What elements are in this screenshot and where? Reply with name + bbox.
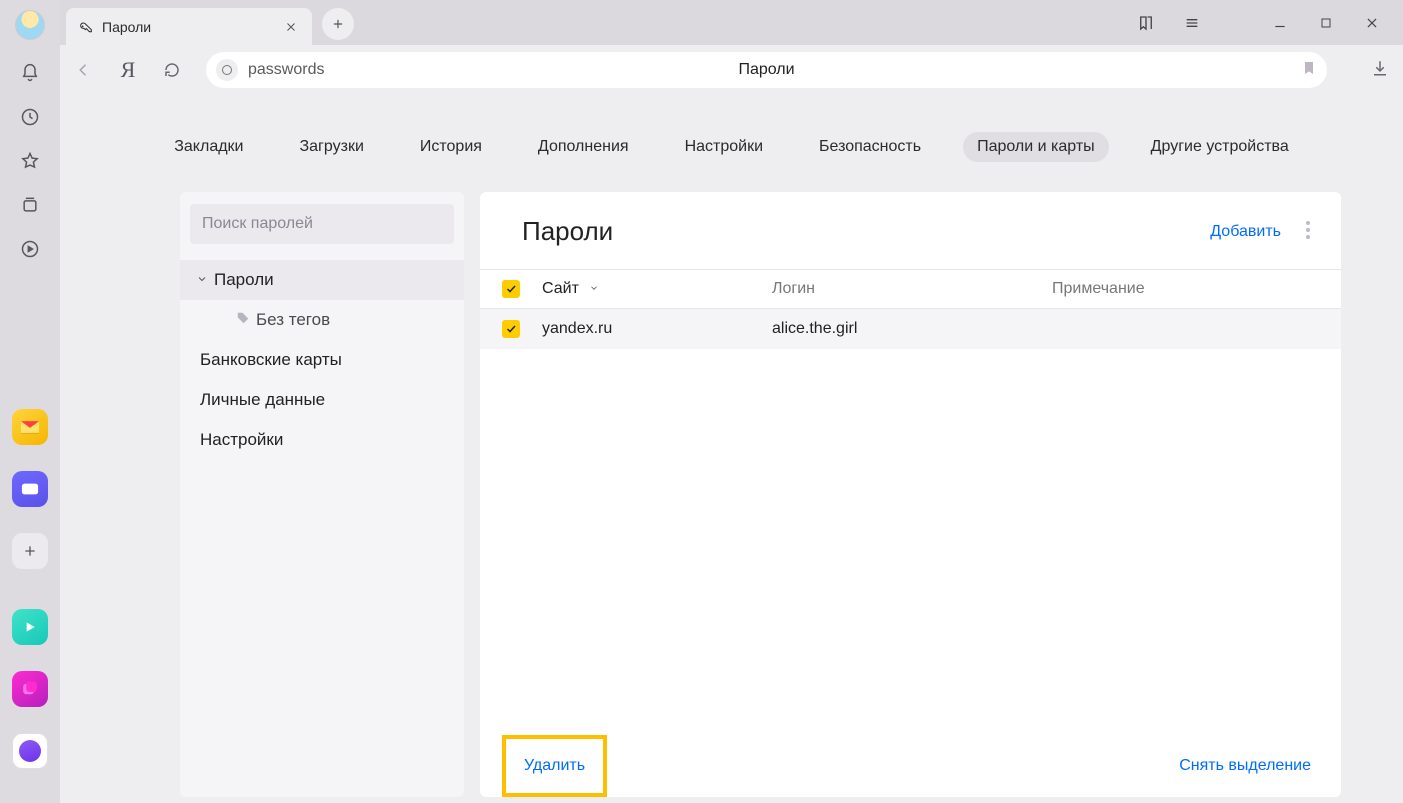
page-label: Пароли bbox=[738, 61, 794, 79]
collections-icon[interactable] bbox=[19, 194, 41, 216]
profile-avatar[interactable] bbox=[15, 10, 45, 40]
cell-site: yandex.ru bbox=[542, 320, 772, 338]
select-all-checkbox[interactable] bbox=[502, 280, 520, 298]
page-body: Закладки Загрузки История Дополнения Нас… bbox=[60, 94, 1403, 803]
address-bar[interactable]: passwords Пароли bbox=[206, 52, 1327, 88]
nav-downloads[interactable]: Загрузки bbox=[285, 132, 377, 162]
nav-passwords[interactable]: Пароли и карты bbox=[963, 132, 1109, 162]
games-app-tile[interactable] bbox=[12, 671, 48, 707]
sidebar-item-label: Без тегов bbox=[256, 310, 330, 330]
window-controls bbox=[1137, 14, 1403, 32]
table-header: Сайт Логин Примечание bbox=[480, 269, 1341, 309]
kinopoisk-app-tile[interactable] bbox=[12, 471, 48, 507]
sort-caret-icon bbox=[589, 282, 599, 296]
history-icon[interactable] bbox=[19, 106, 41, 128]
star-icon[interactable] bbox=[19, 150, 41, 172]
sidebar-item-cards[interactable]: Банковские карты bbox=[190, 340, 454, 380]
col-site[interactable]: Сайт bbox=[542, 280, 772, 298]
back-icon[interactable] bbox=[74, 60, 94, 80]
play-circle-icon[interactable] bbox=[19, 238, 41, 260]
more-icon[interactable] bbox=[1305, 220, 1311, 243]
close-tab-icon[interactable] bbox=[282, 18, 300, 36]
new-tab-button[interactable] bbox=[322, 8, 354, 40]
page-title: Пароли bbox=[522, 216, 613, 247]
site-info-icon[interactable] bbox=[216, 59, 238, 81]
deselect-button[interactable]: Снять выделение bbox=[1179, 757, 1311, 775]
nav-security[interactable]: Безопасность bbox=[805, 132, 935, 162]
sidebar-item-untagged[interactable]: Без тегов bbox=[190, 300, 454, 340]
nav-addons[interactable]: Дополнения bbox=[524, 132, 643, 162]
col-note: Примечание bbox=[1052, 280, 1341, 298]
sidebar-item-label: Пароли bbox=[214, 270, 274, 290]
sidebar-item-personal[interactable]: Личные данные bbox=[190, 380, 454, 420]
tab-title: Пароли bbox=[102, 19, 274, 35]
cell-login: alice.the.girl bbox=[772, 320, 1052, 338]
side-panel: Поиск паролей Пароли Без тегов Банковски… bbox=[180, 192, 464, 797]
nav-devices[interactable]: Другие устройства bbox=[1137, 132, 1303, 162]
nav-settings[interactable]: Настройки bbox=[671, 132, 777, 162]
downloads-icon[interactable] bbox=[1371, 59, 1389, 80]
tab-strip: Пароли bbox=[60, 0, 1403, 45]
chevron-down-icon bbox=[196, 270, 208, 290]
selection-footer: Удалить Снять выделение bbox=[480, 735, 1341, 797]
sidebar-item-settings[interactable]: Настройки bbox=[190, 420, 454, 460]
music-app-tile[interactable] bbox=[12, 609, 48, 645]
sidebar-item-passwords[interactable]: Пароли bbox=[180, 260, 464, 300]
settings-nav: Закладки Загрузки История Дополнения Нас… bbox=[60, 94, 1403, 162]
side-dock bbox=[0, 0, 60, 803]
col-login: Логин bbox=[772, 280, 1052, 298]
address-toolbar: Я passwords Пароли bbox=[60, 45, 1403, 94]
url-text: passwords bbox=[248, 61, 324, 79]
nav-history[interactable]: История bbox=[406, 132, 496, 162]
add-app-tile[interactable] bbox=[12, 533, 48, 569]
table-row[interactable]: yandex.ru alice.the.girl bbox=[480, 309, 1341, 349]
alice-app-tile[interactable] bbox=[12, 733, 48, 769]
close-window-icon[interactable] bbox=[1363, 14, 1381, 32]
delete-button[interactable]: Удалить bbox=[502, 735, 607, 797]
reload-icon[interactable] bbox=[162, 60, 182, 80]
tag-icon bbox=[236, 310, 250, 330]
tab-passwords[interactable]: Пароли bbox=[66, 8, 312, 46]
nav-bookmarks[interactable]: Закладки bbox=[160, 132, 257, 162]
extensions-icon[interactable] bbox=[1137, 14, 1155, 32]
add-button[interactable]: Добавить bbox=[1210, 223, 1281, 241]
bell-icon[interactable] bbox=[19, 62, 41, 84]
maximize-icon[interactable] bbox=[1317, 14, 1335, 32]
main-panel: Пароли Добавить Сайт Логин Примечание bbox=[480, 192, 1341, 797]
search-input[interactable]: Поиск паролей bbox=[190, 204, 454, 244]
yandex-logo-icon[interactable]: Я bbox=[118, 60, 138, 80]
row-checkbox[interactable] bbox=[502, 320, 520, 338]
mail-app-tile[interactable] bbox=[12, 409, 48, 445]
bookmark-icon[interactable] bbox=[1301, 60, 1317, 79]
key-icon bbox=[78, 19, 94, 35]
minimize-icon[interactable] bbox=[1271, 14, 1289, 32]
menu-icon[interactable] bbox=[1183, 14, 1201, 32]
